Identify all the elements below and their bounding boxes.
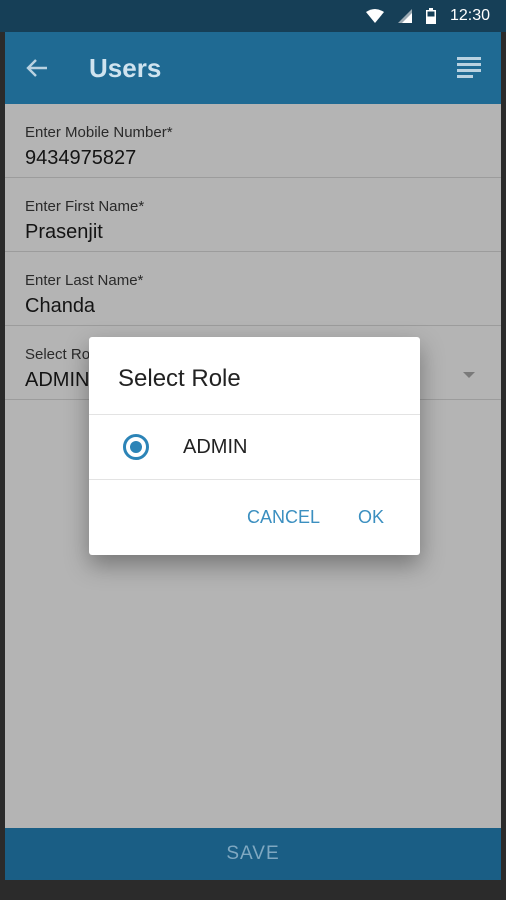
first-name-field[interactable]: Enter First Name* Prasenjit (5, 178, 501, 252)
dropdown-arrow-icon (463, 372, 475, 378)
battery-icon (425, 8, 436, 24)
list-icon (457, 57, 481, 78)
field-value: 9434975827 (25, 147, 137, 169)
last-name-field[interactable]: Enter Last Name* Chanda (5, 252, 501, 326)
status-time: 12:30 (449, 7, 490, 24)
role-option-label: ADMIN (183, 435, 248, 458)
status-bar: 12:30 (0, 0, 506, 32)
wifi-icon (365, 9, 384, 23)
field-label: Enter Mobile Number* (25, 124, 173, 141)
ok-button[interactable]: OK (358, 507, 384, 528)
save-button-label: SAVE (226, 843, 280, 864)
field-label: Enter Last Name* (25, 272, 144, 289)
page-title: Users (89, 52, 162, 83)
field-label: Enter First Name* (25, 198, 145, 215)
dialog-actions: CANCEL OK (89, 480, 420, 555)
select-role-dialog: Select Role ADMIN CANCEL OK (89, 337, 420, 555)
field-value: Prasenjit (25, 221, 103, 243)
arrow-left-icon (26, 59, 47, 77)
field-value: Chanda (25, 295, 96, 317)
role-option-admin[interactable]: ADMIN (89, 415, 420, 480)
back-button[interactable] (5, 32, 69, 104)
bottom-bezel (0, 880, 506, 900)
app-bar: Users (5, 32, 501, 104)
save-button[interactable]: SAVE (5, 828, 501, 880)
radio-selected-icon[interactable] (123, 434, 149, 460)
dialog-title: Select Role (89, 337, 420, 415)
cancel-button[interactable]: CANCEL (247, 507, 320, 528)
mobile-number-field[interactable]: Enter Mobile Number* 9434975827 (5, 104, 501, 178)
menu-button[interactable] (437, 32, 501, 104)
signal-icon (397, 9, 412, 23)
